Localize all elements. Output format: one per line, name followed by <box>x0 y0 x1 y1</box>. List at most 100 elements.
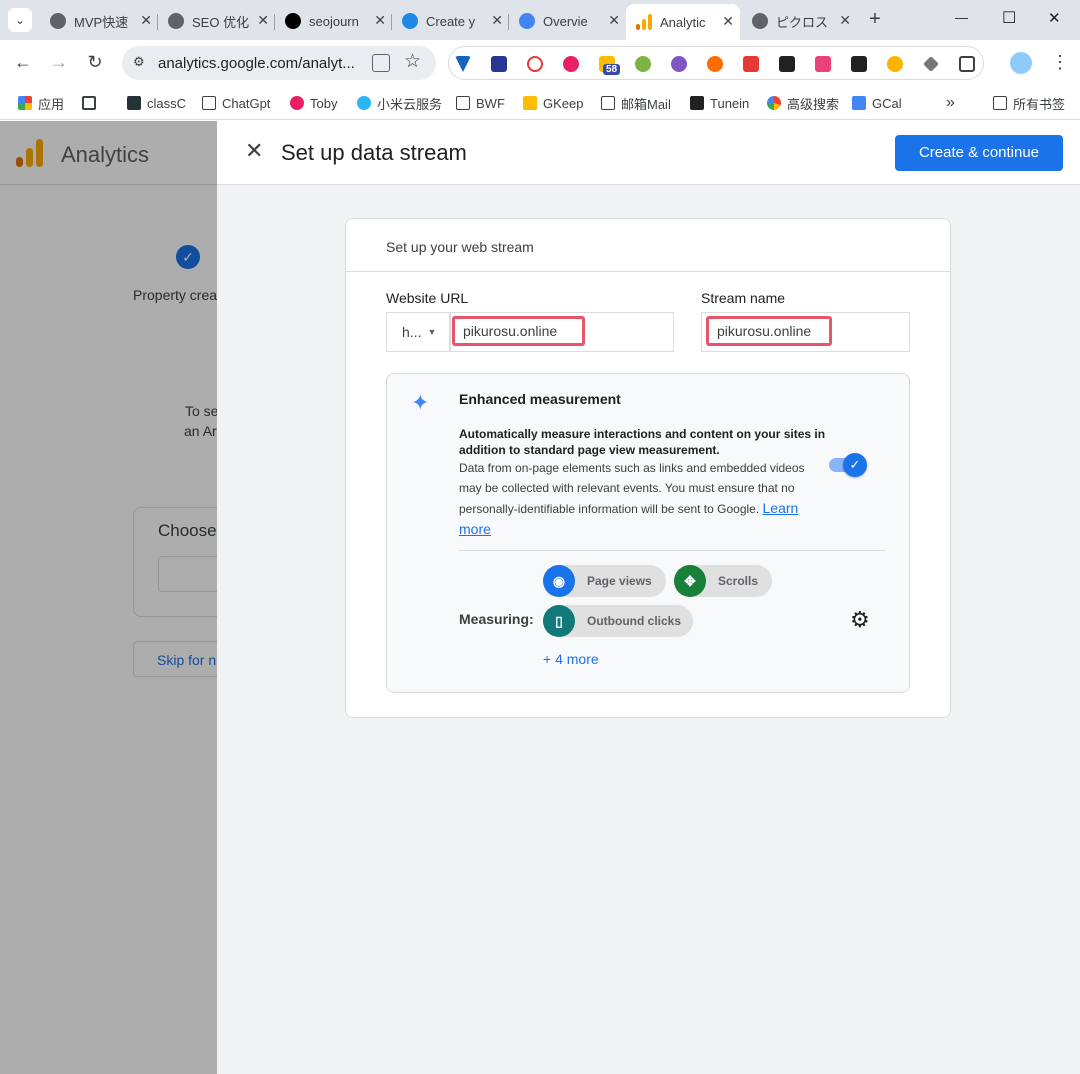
search-console-icon <box>519 13 535 29</box>
extension-icon-glasses[interactable] <box>779 56 795 72</box>
extension-icon-toby[interactable] <box>563 56 579 72</box>
bookmark-gcal[interactable]: GCal <box>852 93 902 113</box>
tab-picross[interactable]: ピクロス ✕ <box>742 6 857 36</box>
keep-icon <box>523 96 537 110</box>
extensions-puzzle-icon[interactable] <box>959 56 975 72</box>
bookmark-tunein[interactable]: Tunein <box>690 93 749 113</box>
create-continue-button[interactable]: Create & continue <box>895 135 1063 171</box>
reload-button[interactable]: ↻ <box>84 52 106 73</box>
tab-seo[interactable]: SEO 优化 ✕ <box>158 6 275 36</box>
tab-title: seojourn <box>309 13 359 29</box>
extension-icon-diamond[interactable] <box>923 56 939 72</box>
close-tab-icon[interactable]: ✕ <box>374 12 386 29</box>
chip-label: Outbound clicks <box>587 614 682 628</box>
minimize-button[interactable]: — <box>955 10 968 25</box>
menu-kebab-icon[interactable]: ⋮ <box>1051 52 1069 73</box>
extension-icon-puzzle-green[interactable] <box>635 56 651 72</box>
bookmark-chatgpt[interactable]: ChatGpt <box>202 93 270 113</box>
close-icon[interactable]: ✕ <box>245 138 263 164</box>
extension-icon-v[interactable] <box>455 56 471 72</box>
stream-name-value: pikurosu.online <box>706 316 832 346</box>
folder-icon <box>456 96 470 110</box>
site-info-icon[interactable]: ⚙ <box>133 54 145 70</box>
extensions-bar: 58 <box>448 46 984 80</box>
tab-title: ピクロス <box>776 14 829 30</box>
profile-avatar[interactable] <box>1010 52 1032 74</box>
close-tab-icon[interactable]: ✕ <box>608 12 620 29</box>
enhanced-title: Enhanced measurement <box>459 391 621 407</box>
bookmark-star-icon[interactable]: ☆ <box>404 50 421 73</box>
triangle-icon <box>285 13 301 29</box>
website-url-label: Website URL <box>386 290 469 306</box>
bookmark-label: Toby <box>310 95 338 111</box>
protocol-select[interactable]: h... ▼ <box>386 312 450 352</box>
folder-icon <box>202 96 216 110</box>
extension-icon-g[interactable] <box>671 56 687 72</box>
url-text: analytics.google.com/analyt... <box>158 54 355 72</box>
extension-icon-bookmark-red[interactable] <box>743 56 759 72</box>
bookmark-label: GKeep <box>543 95 584 111</box>
close-tab-icon[interactable]: ✕ <box>491 12 503 29</box>
bookmark-label: classC <box>147 95 187 111</box>
enhanced-toggle[interactable]: ✓ <box>829 453 867 477</box>
bookmark-label: BWF <box>476 95 505 111</box>
extension-icon-url[interactable] <box>851 56 867 72</box>
bookmark-label: GCal <box>872 95 902 111</box>
extension-icon-books[interactable] <box>491 56 507 72</box>
close-tab-icon[interactable]: ✕ <box>140 12 152 29</box>
bookmark-mail[interactable]: 邮箱Mail <box>601 93 671 113</box>
tab-create[interactable]: Create y ✕ <box>392 6 509 36</box>
close-tab-icon[interactable]: ✕ <box>722 13 734 30</box>
tab-overview[interactable]: Overvie ✕ <box>509 6 626 36</box>
bookmark-bwf[interactable]: BWF <box>456 93 505 113</box>
extension-icon-gauge[interactable] <box>887 56 903 72</box>
tunein-icon <box>690 96 704 110</box>
protocol-value: h... <box>402 324 422 340</box>
close-tab-icon[interactable]: ✕ <box>257 12 269 29</box>
tab-mvp[interactable]: MVP快速 ✕ <box>40 6 158 36</box>
chip-label: Page views <box>587 574 652 588</box>
tab-strip: ⌄ MVP快速 ✕ SEO 优化 ✕ seojourn ✕ Create y ✕ Ove… <box>0 0 1080 40</box>
card-divider <box>346 271 950 272</box>
bookmark-label: ChatGpt <box>222 95 271 111</box>
mouse-icon: ▯ <box>543 605 575 637</box>
bookmark-classc[interactable]: classC <box>127 93 186 113</box>
tab-analytics[interactable]: Analytic ✕ <box>626 4 740 40</box>
sparkle-icon: ✦ <box>411 390 430 415</box>
bookmark-advanced-search[interactable]: 高级搜索 <box>767 93 839 113</box>
bookmark-grid[interactable] <box>82 93 102 113</box>
enhanced-description: Data from on-page elements such as links… <box>459 458 829 540</box>
settings-gear-icon[interactable]: ⚙ <box>850 607 870 633</box>
more-events-link[interactable]: + 4 more <box>543 651 599 667</box>
bookmark-toby[interactable]: Toby <box>290 93 337 113</box>
address-bar[interactable]: ⚙ analytics.google.com/analyt... ☆ <box>122 46 436 80</box>
calendar-icon <box>852 96 866 110</box>
scroll-arrows-icon: ✥ <box>674 565 706 597</box>
bookmark-apps[interactable]: 应用 <box>18 93 64 113</box>
maximize-button[interactable]: ☐ <box>1002 8 1016 28</box>
extension-icon-stack[interactable] <box>815 56 831 72</box>
tab-search-button[interactable]: ⌄ <box>8 8 32 32</box>
bookmarks-overflow-button[interactable]: » <box>946 93 955 113</box>
close-window-button[interactable]: ✕ <box>1048 9 1061 27</box>
bookmark-gkeep[interactable]: GKeep <box>523 93 583 113</box>
close-tab-icon[interactable]: ✕ <box>839 12 851 29</box>
cloud-icon <box>402 13 418 29</box>
bookmark-label: 所有书签 <box>1013 96 1066 112</box>
translate-icon[interactable] <box>372 54 390 72</box>
tab-seojourn[interactable]: seojourn ✕ <box>275 6 392 36</box>
extension-icon-pin[interactable] <box>527 56 543 72</box>
extension-badge: 58 <box>603 64 621 75</box>
bookmark-xiaomi[interactable]: 小米云服务 <box>357 93 442 113</box>
all-bookmarks-folder[interactable]: 所有书签 <box>993 93 1065 113</box>
apps-grid-icon <box>18 96 32 110</box>
enhanced-description-bold: Automatically measure interactions and c… <box>459 427 826 457</box>
card-title: Set up your web stream <box>386 239 534 255</box>
globe-icon <box>752 13 768 29</box>
back-button[interactable]: ← <box>12 52 34 73</box>
new-tab-button[interactable]: + <box>864 8 886 31</box>
forward-button[interactable]: → <box>48 52 70 73</box>
extension-icon-circle[interactable] <box>707 56 723 72</box>
modal-scrim[interactable] <box>0 121 217 1074</box>
tab-title: Analytic <box>660 14 706 30</box>
